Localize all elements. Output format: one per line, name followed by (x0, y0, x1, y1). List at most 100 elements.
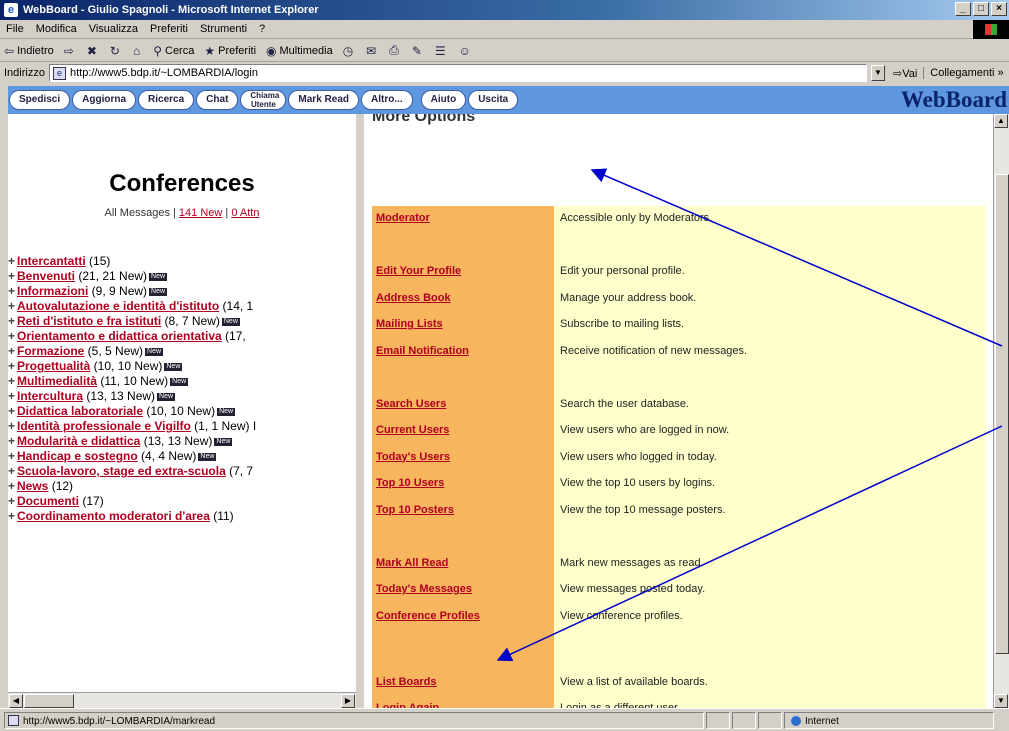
attn-messages-link[interactable]: 0 Attn (231, 207, 259, 219)
new-messages-link[interactable]: 141 New (179, 207, 222, 219)
option-link[interactable]: Moderator (376, 208, 430, 228)
toolbar-button-favorites[interactable]: ★ Preferiti (204, 44, 256, 58)
conference-link[interactable]: Orientamento e didattica orientativa (17, 329, 222, 343)
expand-icon[interactable]: + (8, 434, 17, 449)
option-link[interactable]: Today's Users (376, 447, 450, 467)
menu-strumenti[interactable]: Strumenti (200, 23, 247, 35)
conference-link[interactable]: Reti d'istituto e fra istituti (17, 314, 161, 328)
option-link[interactable]: Email Notification (376, 341, 469, 361)
expand-icon[interactable]: + (8, 254, 17, 269)
expand-icon[interactable]: + (8, 299, 17, 314)
nav-altro-button[interactable]: Altro... (361, 91, 412, 109)
expand-icon[interactable]: + (8, 329, 17, 344)
menu-visualizza[interactable]: Visualizza (89, 23, 138, 35)
address-dropdown-icon[interactable]: ▼ (870, 65, 885, 81)
toolbar-button-edit[interactable]: ✎ (412, 44, 425, 58)
expand-icon[interactable]: + (8, 374, 17, 389)
menu-modifica[interactable]: Modifica (36, 23, 77, 35)
nav-aiuto-button[interactable]: Aiuto (421, 91, 466, 109)
expand-icon[interactable]: + (8, 314, 17, 329)
address-input[interactable]: e http://www5.bdp.it/~LOMBARDIA/login (48, 64, 867, 82)
conference-link[interactable]: Benvenuti (17, 269, 75, 283)
conference-link[interactable]: Identità professionale e Vigilfo (17, 419, 191, 433)
expand-icon[interactable]: + (8, 269, 17, 284)
option-link[interactable]: Conference Profiles (376, 606, 480, 626)
option-link[interactable]: Login Again (376, 698, 439, 708)
expand-icon[interactable]: + (8, 389, 17, 404)
option-link[interactable]: Search Users (376, 394, 446, 414)
conference-link[interactable]: Handicap e sostegno (17, 449, 138, 463)
conference-link[interactable]: Coordinamento moderatori d'area (17, 509, 210, 523)
toolbar-button-stop[interactable]: ✖ (87, 44, 100, 58)
nav-aggiorna-button[interactable]: Aggiorna (73, 91, 136, 109)
conference-link[interactable]: Progettualità (17, 359, 90, 373)
expand-icon[interactable]: + (8, 284, 17, 299)
expand-icon[interactable]: + (8, 509, 17, 524)
option-link[interactable]: List Boards (376, 672, 437, 692)
expand-icon[interactable]: + (8, 359, 17, 374)
go-button[interactable]: ⇨Vai (893, 67, 917, 80)
conference-link[interactable]: Modularità e didattica (17, 434, 140, 448)
nav-chat-button[interactable]: Chat (197, 91, 238, 109)
expand-icon[interactable]: + (8, 494, 17, 509)
menu-preferiti[interactable]: Preferiti (150, 23, 188, 35)
conference-link[interactable]: Autovalutazione e identità d'istituto (17, 299, 219, 313)
right-vertical-scrollbar[interactable]: ▲ ▼ (993, 114, 1009, 708)
scroll-up-icon[interactable]: ▲ (994, 114, 1008, 128)
option-link[interactable]: Current Users (376, 420, 449, 440)
title-bar[interactable]: e WebBoard - Giulio Spagnoli - Microsoft… (0, 0, 1009, 20)
menu-file[interactable]: File (6, 23, 24, 35)
nav-spedisci-button[interactable]: Spedisci (10, 91, 70, 109)
conference-link[interactable]: Multimedialità (17, 374, 97, 388)
toolbar-button-forward-arrow[interactable]: ⇨ (64, 44, 77, 58)
close-button[interactable]: × (991, 2, 1007, 16)
toolbar-button-media[interactable]: ◉ Multimedia (266, 44, 333, 58)
conference-link[interactable]: Didattica laboratoriale (17, 404, 143, 418)
nav-ricerca-button[interactable]: Ricerca (139, 91, 194, 109)
option-link[interactable]: Top 10 Posters (376, 500, 454, 520)
expand-icon[interactable]: + (8, 464, 17, 479)
scroll-down-icon[interactable]: ▼ (994, 694, 1008, 708)
maximize-button[interactable]: □ (973, 2, 989, 16)
expand-icon[interactable]: + (8, 404, 17, 419)
toolbar-button-back-arrow[interactable]: ⇦ Indietro (4, 44, 54, 58)
toolbar-button-print[interactable]: ⎙ (389, 43, 402, 58)
expand-icon[interactable]: + (8, 419, 17, 434)
nav-mark-read-button[interactable]: Mark Read (289, 91, 358, 109)
conference-link[interactable]: Intercantatti (17, 254, 86, 268)
toolbar-button-search[interactable]: ⚲ Cerca (153, 44, 194, 58)
conference-link[interactable]: Intercultura (17, 389, 83, 403)
scroll-right-icon[interactable]: ▶ (341, 694, 355, 708)
expand-icon[interactable]: + (8, 344, 17, 359)
option-link[interactable]: Address Book (376, 288, 451, 308)
toolbar-button-discuss[interactable]: ☰ (435, 44, 449, 58)
links-toolbar[interactable]: Collegamenti » (923, 67, 1004, 79)
left-horizontal-scrollbar[interactable]: ◀ ▶ (8, 692, 356, 708)
nav-uscita-button[interactable]: Uscita (469, 91, 518, 109)
conference-link[interactable]: Documenti (17, 494, 79, 508)
conference-link[interactable]: Informazioni (17, 284, 88, 298)
option-link[interactable]: Today's Messages (376, 579, 472, 599)
toolbar-button-history[interactable]: ◷ (343, 44, 356, 58)
option-link[interactable]: Mark All Read (376, 553, 448, 573)
nav-chiama-utente-button[interactable]: Chiama Utente (241, 91, 286, 109)
expand-icon[interactable]: + (8, 479, 17, 494)
ie-logo-icon: e (4, 3, 18, 17)
scroll-left-icon[interactable]: ◀ (9, 694, 23, 708)
option-link[interactable]: Edit Your Profile (376, 261, 461, 281)
option-link[interactable]: Mailing Lists (376, 314, 443, 334)
conference-link[interactable]: Formazione (17, 344, 84, 358)
minimize-button[interactable]: _ (955, 2, 971, 16)
scroll-thumb[interactable] (24, 694, 74, 708)
toolbar-button-messenger[interactable]: ☺ (459, 44, 474, 58)
toolbar-button-refresh[interactable]: ↻ (110, 44, 123, 58)
menu-help[interactable]: ? (259, 23, 265, 35)
toolbar-button-mail[interactable]: ✉ (366, 44, 379, 58)
toolbar-button-home[interactable]: ⌂ (133, 44, 143, 58)
table-row: Top 10 Users View the top 10 users by log… (372, 473, 986, 493)
conference-link[interactable]: Scuola-lavoro, stage ed extra-scuola (17, 464, 226, 478)
scroll-thumb[interactable] (995, 174, 1009, 654)
conference-link[interactable]: News (17, 479, 48, 493)
option-link[interactable]: Top 10 Users (376, 473, 444, 493)
expand-icon[interactable]: + (8, 449, 17, 464)
